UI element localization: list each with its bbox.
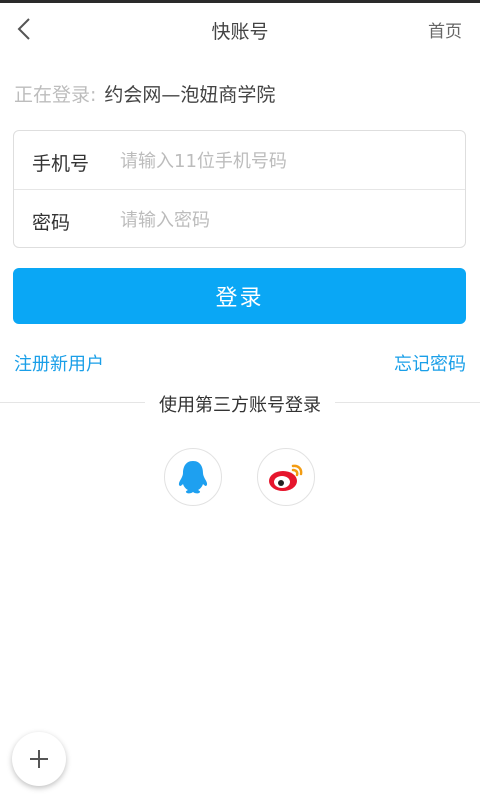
login-target-line: 正在登录: 约会网—泡妞商学院 [14, 80, 275, 107]
floating-add-button[interactable] [12, 732, 66, 786]
register-link[interactable]: 注册新用户 [14, 350, 104, 376]
home-link[interactable]: 首页 [428, 17, 462, 42]
phone-label: 手机号 [32, 153, 90, 175]
plus-icon [30, 750, 48, 768]
weibo-icon [269, 464, 303, 491]
top-bar: 快账号 首页 [0, 0, 480, 54]
phone-input[interactable] [118, 143, 452, 179]
login-prefix: 正在登录: [14, 84, 97, 106]
forgot-password-link[interactable]: 忘记密码 [394, 350, 466, 376]
password-input[interactable] [118, 202, 452, 238]
third-party-title: 使用第三方账号登录 [145, 391, 335, 417]
password-row: 密码 [14, 190, 465, 248]
login-site-name: 约会网—泡妞商学院 [104, 84, 276, 106]
qq-icon [178, 461, 208, 494]
login-form: 手机号 密码 [13, 130, 466, 248]
phone-row: 手机号 [14, 131, 465, 190]
password-label: 密码 [32, 212, 71, 234]
login-button[interactable]: 登录 [13, 268, 466, 324]
page-title: 快账号 [211, 21, 269, 43]
weibo-login-button[interactable] [257, 448, 315, 506]
qq-login-button[interactable] [164, 448, 222, 506]
